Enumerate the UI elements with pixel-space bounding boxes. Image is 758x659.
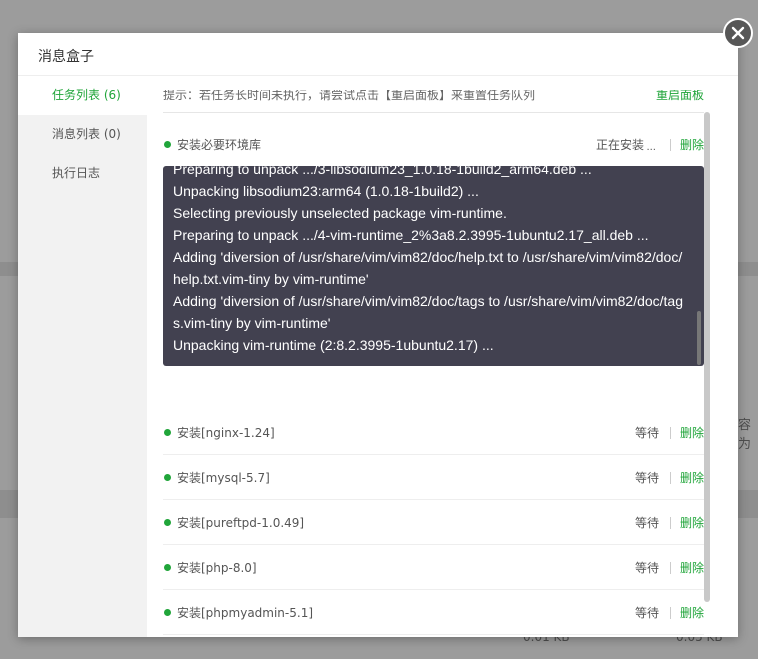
message-box-dialog: 消息盒子 任务列表 (6) 消息列表 (0) 执行日志 提示：若任务长时间未执行… [18, 33, 738, 637]
delete-task-button[interactable]: 删除 [680, 559, 704, 576]
sidebar-item-tasks[interactable]: 任务列表 (6) [18, 76, 147, 115]
log-line: Adding 'diversion of /usr/share/vim/vim8… [173, 293, 684, 331]
install-log-console[interactable]: Preparing to unpack .../3-libsodium23_1.… [163, 166, 704, 366]
task-status: 等待 [634, 516, 659, 530]
task-status: 等待 [634, 426, 659, 440]
status-ellipsis: ... [646, 142, 656, 153]
task-name: 安装必要环境库 [177, 138, 262, 152]
divider [163, 112, 704, 113]
current-task-row: 安装必要环境库 正在安装 ... 删除 [163, 132, 704, 166]
separator [670, 427, 671, 439]
task-row: 安装[php-8.0] 等待 删除 [163, 545, 704, 590]
task-status: 等待 [634, 561, 659, 575]
task-status: 等待 [634, 606, 659, 620]
task-name: 安装[mysql-5.7] [177, 471, 270, 485]
log-line: Adding 'diversion of /usr/share/vim/vim8… [173, 249, 683, 287]
sidebar: 任务列表 (6) 消息列表 (0) 执行日志 [18, 76, 147, 637]
task-status: 正在安装 [595, 138, 644, 152]
log-line: Preparing to unpack .../3-libsodium23_1.… [173, 166, 592, 177]
dialog-header: 消息盒子 [18, 33, 738, 76]
delete-task-button[interactable]: 删除 [680, 136, 704, 153]
hint-text: 提示：若任务长时间未执行，请尝试点击【重启面板】来重置任务队列 [163, 90, 536, 102]
task-row: 安装[nginx-1.24] 等待 删除 [163, 410, 704, 455]
separator [670, 562, 671, 574]
delete-task-button[interactable]: 删除 [680, 604, 704, 621]
sidebar-item-messages[interactable]: 消息列表 (0) [18, 115, 147, 154]
content-scrollbar[interactable] [704, 112, 710, 602]
log-lines: Preparing to unpack .../3-libsodium23_1.… [173, 166, 688, 356]
log-scrollbar[interactable] [697, 311, 701, 365]
dialog-title: 消息盒子 [38, 49, 94, 65]
background-text: 容为 [738, 418, 752, 452]
dot-icon [164, 519, 171, 526]
delete-task-button[interactable]: 删除 [680, 469, 704, 486]
task-list-panel: 提示：若任务长时间未执行，请尝试点击【重启面板】来重置任务队列 重启面板 安装必… [147, 76, 738, 637]
log-line: Preparing to unpack .../4-vim-runtime_2%… [173, 227, 649, 243]
separator [670, 472, 671, 484]
hint-bar: 提示：若任务长时间未执行，请尝试点击【重启面板】来重置任务队列 重启面板 [163, 90, 704, 112]
restart-panel-link[interactable]: 重启面板 [656, 90, 704, 103]
task-row: 安装[pureftpd-1.0.49] 等待 删除 [163, 500, 704, 545]
task-name: 安装[nginx-1.24] [177, 426, 275, 440]
separator [670, 517, 671, 529]
task-row: 安装[mysql-5.7] 等待 删除 [163, 455, 704, 500]
log-line: Unpacking vim-runtime (2:8.2.3995-1ubunt… [173, 337, 494, 353]
task-name: 安装[pureftpd-1.0.49] [177, 516, 305, 530]
task-status: 等待 [634, 471, 659, 485]
task-name: 安装[php-8.0] [177, 561, 257, 575]
dot-icon [164, 429, 171, 436]
separator [670, 139, 671, 151]
task-row: 安装[phpmyadmin-5.1] 等待 删除 [163, 590, 704, 635]
close-icon [731, 26, 745, 40]
delete-task-button[interactable]: 删除 [680, 514, 704, 531]
dot-icon [164, 141, 171, 148]
sidebar-item-logs[interactable]: 执行日志 [18, 154, 147, 193]
log-line: Selecting previously unselected package … [173, 205, 507, 221]
log-line: Unpacking libsodium23:arm64 (1.0.18-1bui… [173, 183, 479, 199]
delete-task-button[interactable]: 删除 [680, 424, 704, 441]
separator [670, 607, 671, 619]
dot-icon [164, 609, 171, 616]
dot-icon [164, 474, 171, 481]
close-button[interactable] [723, 18, 753, 48]
task-name: 安装[phpmyadmin-5.1] [177, 606, 314, 620]
dot-icon [164, 564, 171, 571]
